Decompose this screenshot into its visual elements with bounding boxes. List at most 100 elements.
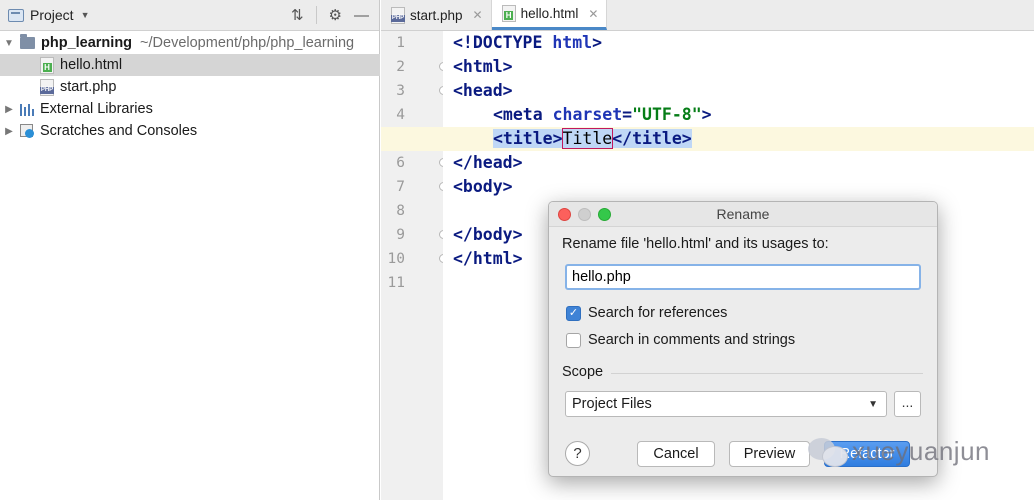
code-token: </body>	[453, 225, 523, 244]
preview-button[interactable]: Preview	[729, 441, 810, 467]
code-token-selected: Title	[561, 128, 614, 149]
expand-arrow-icon[interactable]: ▶	[3, 104, 15, 115]
code-token: "UTF-8"	[632, 105, 702, 124]
gear-icon[interactable]: ⚙	[329, 6, 342, 24]
project-view-icon	[8, 8, 24, 22]
php-file-icon: PHP	[390, 6, 406, 24]
code-line-6: </head>	[453, 151, 523, 175]
project-tool-window: Project ▼ ⇅ ⚙ — ▼ php_learning ~/Develop…	[0, 0, 380, 500]
checkbox-label: Search for references	[588, 305, 728, 321]
expand-arrow-icon[interactable]: ▼	[3, 38, 15, 49]
line-number: 6	[396, 155, 405, 171]
editor-tab-bar: PHP start.php ✕ H hello.html ✕	[381, 0, 1034, 31]
tab-label: start.php	[410, 7, 463, 23]
scope-dropdown[interactable]: Project Files ▼	[565, 391, 887, 417]
code-line-2: <html>	[453, 55, 513, 79]
chevron-down-icon: ▼	[868, 398, 878, 410]
scratches-icon	[20, 124, 34, 138]
tab-start-php[interactable]: PHP start.php ✕	[381, 0, 492, 30]
scope-selected-value: Project Files	[572, 396, 652, 412]
project-view-selector[interactable]: Project	[30, 7, 74, 23]
code-line-3: <head>	[453, 79, 513, 103]
code-token: <meta	[493, 105, 553, 124]
line-number: 11	[387, 275, 405, 291]
line-number: 9	[396, 227, 405, 243]
search-references-checkbox[interactable]: ✓	[566, 305, 581, 321]
code-token: </title>	[612, 129, 692, 148]
tree-item-scratches[interactable]: ▶ Scratches and Consoles	[0, 120, 380, 142]
code-line-9: </body>	[453, 223, 523, 247]
line-number: 1	[396, 35, 405, 51]
rename-prompt-label: Rename file 'hello.html' and its usages …	[562, 236, 829, 252]
tab-label: hello.html	[520, 6, 579, 21]
php-file-icon: PHP	[39, 78, 55, 96]
code-token: DOCTYPE	[472, 33, 543, 52]
toolbar-divider	[315, 6, 317, 24]
code-token: charset	[552, 105, 623, 124]
code-token: <body>	[453, 177, 513, 196]
code-token: <html>	[453, 57, 513, 76]
window-minimize-button[interactable]	[578, 208, 591, 221]
project-root-path: ~/Development/php/php_learning	[140, 35, 355, 51]
code-line-10: </html>	[453, 247, 523, 271]
line-number: 3	[396, 83, 405, 99]
search-comments-option[interactable]: Search in comments and strings	[566, 332, 795, 348]
line-number: 4	[396, 107, 405, 123]
code-token: <title>	[493, 129, 563, 148]
tree-item-project-root[interactable]: ▼ php_learning ~/Development/php/php_lea…	[0, 32, 380, 54]
refactor-button[interactable]: Refactor	[824, 441, 910, 467]
cancel-button[interactable]: Cancel	[637, 441, 715, 467]
tree-item-label: hello.html	[60, 57, 123, 73]
line-number: 10	[387, 251, 405, 267]
search-references-option[interactable]: ✓ Search for references	[566, 305, 727, 321]
tree-item-label: Scratches and Consoles	[40, 123, 198, 139]
code-line-7: <body>	[453, 175, 513, 199]
tree-item-label: start.php	[60, 79, 117, 95]
line-number: 8	[396, 203, 405, 219]
search-comments-checkbox[interactable]	[566, 332, 581, 348]
project-header: Project ▼ ⇅ ⚙ —	[0, 0, 379, 31]
code-token: <head>	[453, 81, 513, 100]
scope-divider	[611, 373, 923, 374]
browse-scope-button[interactable]: ...	[894, 391, 921, 417]
expand-arrow-icon[interactable]: ▶	[3, 126, 15, 137]
scope-section-label: Scope	[562, 364, 604, 380]
library-icon	[20, 103, 34, 116]
dialog-title: Rename	[716, 206, 770, 222]
hide-panel-icon[interactable]: —	[354, 7, 369, 24]
code-line-4: <meta charset="UTF-8">	[493, 103, 712, 127]
chevron-down-icon[interactable]: ▼	[81, 10, 90, 20]
checkbox-label: Search in comments and strings	[588, 332, 796, 348]
collapse-all-icon[interactable]: ⇅	[291, 6, 304, 24]
tree-item-label: External Libraries	[40, 101, 153, 117]
code-token: =	[622, 105, 633, 124]
code-line-1: <!DOCTYPE html>	[453, 31, 602, 55]
code-line-5: <title>Title</title>	[493, 127, 692, 151]
html-file-icon: H	[40, 56, 54, 74]
dialog-titlebar[interactable]: Rename	[549, 202, 937, 227]
help-button[interactable]: ?	[565, 441, 590, 466]
code-token: </html>	[453, 249, 523, 268]
line-number: 2	[396, 59, 405, 75]
window-zoom-button[interactable]	[598, 208, 611, 221]
window-close-button[interactable]	[558, 208, 571, 221]
code-token: html	[542, 33, 593, 52]
folder-icon	[20, 34, 35, 49]
code-token: >	[701, 105, 712, 124]
project-root-name: php_learning	[41, 35, 133, 51]
close-icon[interactable]: ✕	[473, 8, 483, 22]
tree-item-external-libraries[interactable]: ▶ External Libraries	[0, 98, 380, 120]
tree-item-start-php[interactable]: PHP start.php	[0, 76, 380, 98]
current-line-highlight	[381, 127, 1034, 151]
code-token: <!	[453, 33, 473, 52]
tab-hello-html[interactable]: H hello.html ✕	[491, 0, 608, 30]
rename-dialog: Rename Rename file 'hello.html' and its …	[548, 201, 938, 477]
code-token: >	[592, 33, 603, 52]
code-token: </head>	[453, 153, 523, 172]
html-file-icon: H	[501, 5, 516, 22]
tree-item-hello-html[interactable]: H hello.html	[0, 54, 380, 76]
line-number-gutter[interactable]: 1 2 3 4 5 6 7 8 9 10 11	[381, 31, 448, 500]
close-icon[interactable]: ✕	[588, 7, 598, 21]
line-number: 7	[396, 179, 405, 195]
new-name-input[interactable]	[565, 264, 921, 290]
